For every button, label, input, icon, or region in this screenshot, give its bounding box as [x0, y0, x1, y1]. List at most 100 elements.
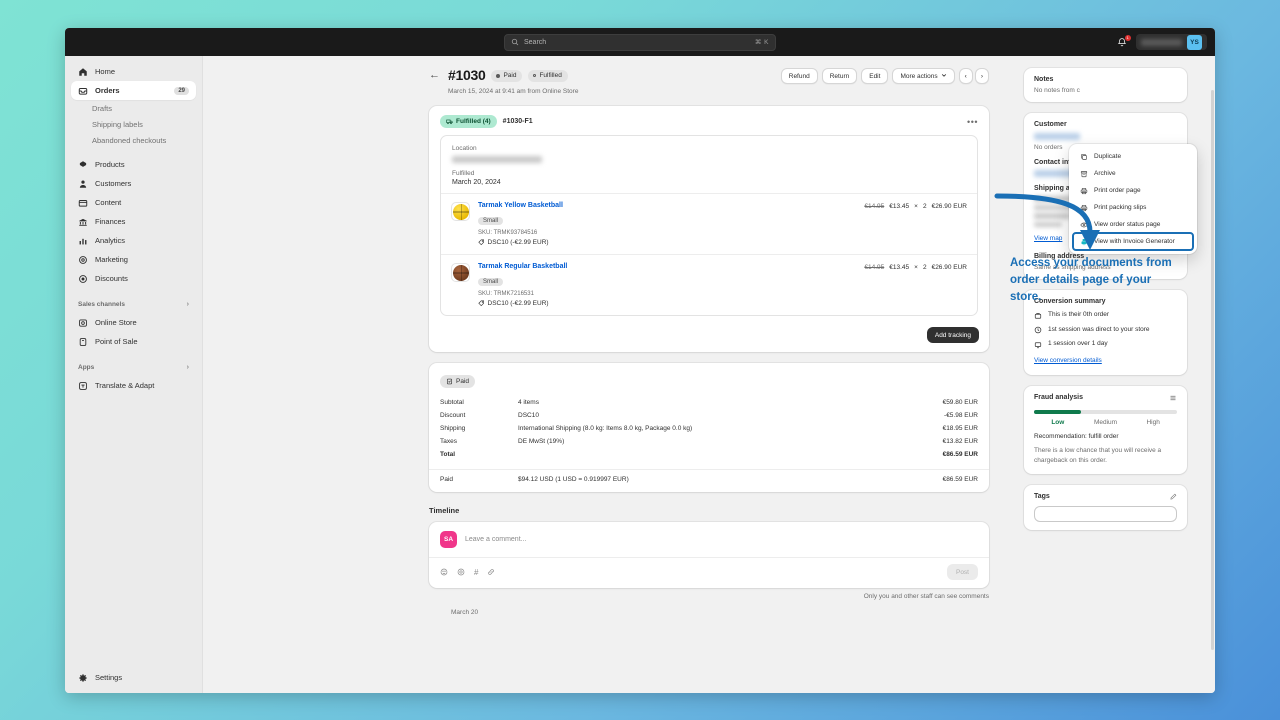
order-date: March 15, 2024 at 9:41 am from Online St… [448, 88, 579, 95]
fraud-analysis-card: Fraud analysis Low Medium High Recommend… [1024, 385, 1187, 474]
sidebar-item-shipping-labels[interactable]: Shipping labels [71, 116, 196, 132]
notes-body: No notes from c [1034, 87, 1080, 94]
shopify-admin-window: Search ⌘ K 1 Store Name YS Home [65, 28, 1215, 693]
location-value-redacted [452, 156, 542, 163]
sidebar-item-online-store[interactable]: Online Store [71, 313, 196, 332]
line-total: €26.90 EUR [931, 264, 967, 271]
view-conversion-details-link[interactable]: View conversion details [1034, 357, 1102, 364]
sidebar-item-finances[interactable]: Finances [71, 212, 196, 231]
top-bar-right: 1 Store Name YS [1116, 34, 1207, 50]
tags-input[interactable] [1034, 505, 1177, 522]
link-icon[interactable] [487, 568, 495, 576]
sidebar-item-label: Content [95, 198, 122, 207]
comment-input-row[interactable]: SA Leave a comment... [429, 522, 989, 557]
add-tracking-button[interactable]: Add tracking [926, 327, 979, 343]
status-badge-paid: Paid [491, 69, 523, 82]
line-item: Tarmak Regular Basketball Small SKU: TRM… [441, 254, 977, 315]
product-name-link[interactable]: Tarmak Yellow Basketball [478, 202, 864, 209]
menu-item-archive[interactable]: Archive [1073, 165, 1193, 182]
order-pagination: ‹ › [958, 68, 989, 84]
sidebar-item-analytics[interactable]: Analytics [71, 231, 196, 250]
back-arrow-icon[interactable]: ← [429, 68, 440, 82]
fulfillment-more-icon[interactable]: ••• [967, 117, 978, 126]
notifications-button[interactable]: 1 [1116, 34, 1131, 49]
status-label: Fulfilled [539, 72, 562, 79]
orders-count-badge: 29 [174, 86, 189, 95]
location-label: Location [452, 145, 477, 152]
sidebar-item-abandoned-checkouts[interactable]: Abandoned checkouts [71, 132, 196, 148]
fulfillment-details: Location Fulfilled March 20, 2024 Tarmak… [440, 135, 978, 316]
edit-pencil-icon[interactable] [1170, 493, 1177, 500]
more-actions-button[interactable]: More actions [892, 68, 955, 84]
post-comment-button[interactable]: Post [946, 564, 978, 580]
chevron-down-icon [941, 72, 947, 80]
line-item-pricing: €14.95 €13.45 × 2 €26.90 EUR [864, 202, 967, 210]
return-button[interactable]: Return [821, 68, 858, 84]
summary-amount: -€5.98 EUR [944, 412, 978, 419]
sidebar-item-content[interactable]: Content [71, 193, 196, 212]
sidebar-item-products[interactable]: Products [71, 155, 196, 174]
summary-detail: DE MwSt (19%) [518, 438, 565, 445]
sidebar-item-orders[interactable]: Orders 29 [71, 81, 196, 100]
analytics-icon [78, 236, 88, 246]
quantity: 2 [922, 264, 927, 271]
menu-item-view-with-invoice-generator[interactable]: View with Invoice Generator [1072, 232, 1194, 251]
search-input[interactable]: Search ⌘ K [504, 33, 776, 51]
store-menu-button[interactable]: Store Name YS [1135, 34, 1207, 50]
next-order-button[interactable]: › [974, 68, 989, 84]
line-item-pricing: €14.95 €13.45 × 2 €26.90 EUR [864, 263, 967, 271]
sidebar-item-point-of-sale[interactable]: Point of Sale [71, 332, 196, 351]
point-of-sale-icon [78, 337, 88, 347]
truck-icon [446, 118, 453, 125]
printer-icon [1079, 186, 1088, 195]
hashtag-icon[interactable]: # [474, 568, 478, 577]
sidebar-item-home[interactable]: Home [71, 62, 196, 81]
search-placeholder-text: Search [524, 38, 547, 46]
quantity: 2 [922, 203, 927, 210]
menu-item-print-packing-slips[interactable]: Print packing slips [1073, 199, 1193, 216]
sidebar-group-sales-channels[interactable]: Sales channels › [71, 295, 196, 313]
sidebar-item-drafts[interactable]: Drafts [71, 100, 196, 116]
summary-amount: €86.59 EUR [942, 476, 978, 483]
menu-item-label: Archive [1094, 170, 1116, 177]
menu-item-label: View with Invoice Generator [1094, 238, 1175, 245]
sidebar-group-apps[interactable]: Apps › [71, 358, 196, 376]
menu-item-print-order-page[interactable]: Print order page [1073, 182, 1193, 199]
sidebar-item-settings[interactable]: Settings [71, 668, 196, 687]
fulfilled-badge: Fulfilled (4) [440, 115, 497, 128]
summary-detail: 4 items [518, 399, 539, 406]
monitor-icon [1034, 341, 1043, 349]
view-map-link[interactable]: View map [1034, 235, 1062, 242]
sidebar-item-marketing[interactable]: Marketing [71, 250, 196, 269]
discounted-price: €13.45 [889, 203, 910, 210]
refund-button[interactable]: Refund [780, 68, 818, 84]
eye-icon [1079, 220, 1088, 229]
sidebar-item-translate-adapt[interactable]: Translate & Adapt [71, 376, 196, 395]
menu-item-label: Print order page [1094, 187, 1141, 194]
summary-row-total: Total €86.59 EUR [440, 448, 978, 461]
product-discount: DSC10 (-€2.99 EUR) [478, 300, 864, 307]
emoji-icon[interactable] [440, 568, 448, 576]
mention-icon[interactable] [457, 568, 465, 576]
basketball-icon [452, 203, 469, 220]
sidebar-item-discounts[interactable]: Discounts [71, 269, 196, 288]
scrollbar[interactable] [1211, 90, 1214, 650]
status-dot-icon [496, 73, 501, 78]
previous-order-button[interactable]: ‹ [958, 68, 973, 84]
list-icon[interactable] [1169, 394, 1177, 402]
page-title: #1030 [448, 67, 486, 83]
menu-item-duplicate[interactable]: Duplicate [1073, 148, 1193, 165]
edit-button[interactable]: Edit [861, 68, 889, 84]
fraud-recommendation: Recommendation: fulfill order [1034, 432, 1119, 440]
sidebar-group-label: Apps [78, 363, 95, 371]
product-name-link[interactable]: Tarmak Regular Basketball [478, 263, 864, 270]
product-sku: SKU: TRMK7216531 [478, 291, 534, 297]
sidebar-item-customers[interactable]: Customers [71, 174, 196, 193]
paid-badge-label: Paid [456, 378, 470, 385]
discount-label: DSC10 (-€2.99 EUR) [487, 239, 549, 246]
summary-row: Subtotal 4 items €59.80 EUR [440, 396, 978, 409]
avatar: YS [1187, 34, 1202, 50]
menu-item-view-order-status-page[interactable]: View order status page [1073, 216, 1193, 233]
fulfillment-card: Fulfilled (4) #1030-F1 ••• Location Fulf… [429, 106, 989, 352]
summary-label: Shipping [440, 425, 466, 432]
